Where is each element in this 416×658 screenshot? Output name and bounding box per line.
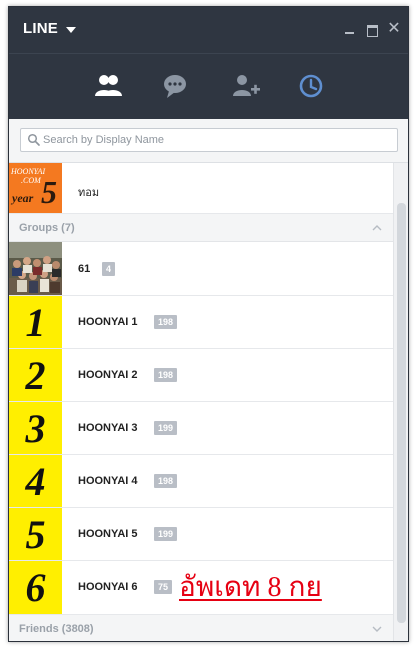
member-count-badge: 198 bbox=[154, 315, 178, 329]
tab-friends[interactable] bbox=[90, 68, 126, 104]
member-count-badge: 75 bbox=[154, 580, 173, 594]
profile-avatar: HOONYAI .COM year 5 bbox=[9, 163, 62, 213]
group-row[interactable]: 1 HOONYAI 1 198 bbox=[9, 296, 393, 349]
group-name: HOONYAI 2 bbox=[78, 369, 138, 381]
group-number-tile: 1 bbox=[9, 296, 62, 348]
nav-bar bbox=[9, 53, 408, 119]
member-count-badge: 199 bbox=[154, 421, 178, 435]
group-name: HOONYAI 4 bbox=[78, 475, 138, 487]
chevron-up-icon[interactable] bbox=[371, 222, 383, 234]
group-number-tile: 6 bbox=[9, 561, 62, 614]
profile-name: ทอม bbox=[78, 187, 100, 199]
group-name: 61 bbox=[78, 263, 91, 275]
group-name: HOONYAI 1 bbox=[78, 316, 138, 328]
avatar-digit: 5 bbox=[41, 174, 57, 210]
avatar-text-line2: .COM bbox=[21, 176, 41, 185]
groups-header-label: Groups (7) bbox=[19, 222, 75, 234]
scrollbar[interactable] bbox=[393, 163, 408, 641]
update-annotation: อัพเดท 8 กย bbox=[179, 572, 322, 603]
group-name: HOONYAI 6 bbox=[78, 581, 138, 593]
avatar-text-line3: year bbox=[12, 191, 34, 205]
tab-chats[interactable] bbox=[157, 68, 193, 104]
friends-icon bbox=[95, 75, 122, 96]
group-row[interactable]: 5 HOONYAI 5 199 bbox=[9, 508, 393, 561]
group-row[interactable]: 3 HOONYAI 3 199 bbox=[9, 402, 393, 455]
member-count-badge: 199 bbox=[154, 527, 178, 541]
member-count-badge: 198 bbox=[154, 368, 178, 382]
group-number-tile: 4 bbox=[9, 455, 62, 507]
menu-dropdown-icon[interactable] bbox=[66, 27, 76, 33]
group-number-tile: 2 bbox=[9, 349, 62, 401]
group-row[interactable]: 2 HOONYAI 2 198 bbox=[9, 349, 393, 402]
group-photo bbox=[9, 242, 62, 295]
title-bar[interactable]: LINE ✕ bbox=[9, 7, 408, 53]
add-friend-icon bbox=[233, 75, 260, 96]
group-number-tile: 3 bbox=[9, 402, 62, 454]
tab-recent[interactable] bbox=[293, 68, 329, 104]
search-bar bbox=[9, 119, 408, 163]
chat-bubble-icon bbox=[164, 75, 186, 98]
member-count-badge: 198 bbox=[154, 474, 178, 488]
search-box[interactable] bbox=[20, 128, 398, 152]
scrollbar-thumb[interactable] bbox=[397, 203, 406, 623]
chevron-down-icon[interactable] bbox=[371, 623, 383, 635]
search-input[interactable] bbox=[43, 131, 383, 149]
group-number-tile: 5 bbox=[9, 508, 62, 560]
member-count-badge: 4 bbox=[102, 262, 116, 276]
minimize-icon[interactable] bbox=[342, 21, 358, 37]
group-row[interactable]: 4 HOONYAI 4 198 bbox=[9, 455, 393, 508]
friends-header[interactable]: Friends (3808) bbox=[9, 615, 393, 641]
app-title: LINE bbox=[23, 20, 58, 37]
profile-row[interactable]: HOONYAI .COM year 5 ทอม bbox=[9, 163, 393, 214]
group-name: HOONYAI 5 bbox=[78, 528, 138, 540]
search-icon bbox=[27, 133, 40, 146]
groups-header[interactable]: Groups (7) bbox=[9, 214, 393, 242]
maximize-icon[interactable] bbox=[364, 21, 380, 37]
group-name: HOONYAI 3 bbox=[78, 422, 138, 434]
close-icon[interactable]: ✕ bbox=[386, 21, 402, 37]
line-window: LINE ✕ Search by Display Name HOONYAI .C… bbox=[8, 6, 409, 642]
tab-add-friend[interactable] bbox=[227, 68, 263, 104]
avatar-text-line1: HOONYAI bbox=[11, 167, 46, 176]
group-photo-image bbox=[9, 242, 62, 295]
friends-header-label: Friends (3808) bbox=[19, 623, 94, 635]
group-row[interactable]: 61 4 bbox=[9, 242, 393, 296]
clock-icon bbox=[299, 74, 323, 98]
